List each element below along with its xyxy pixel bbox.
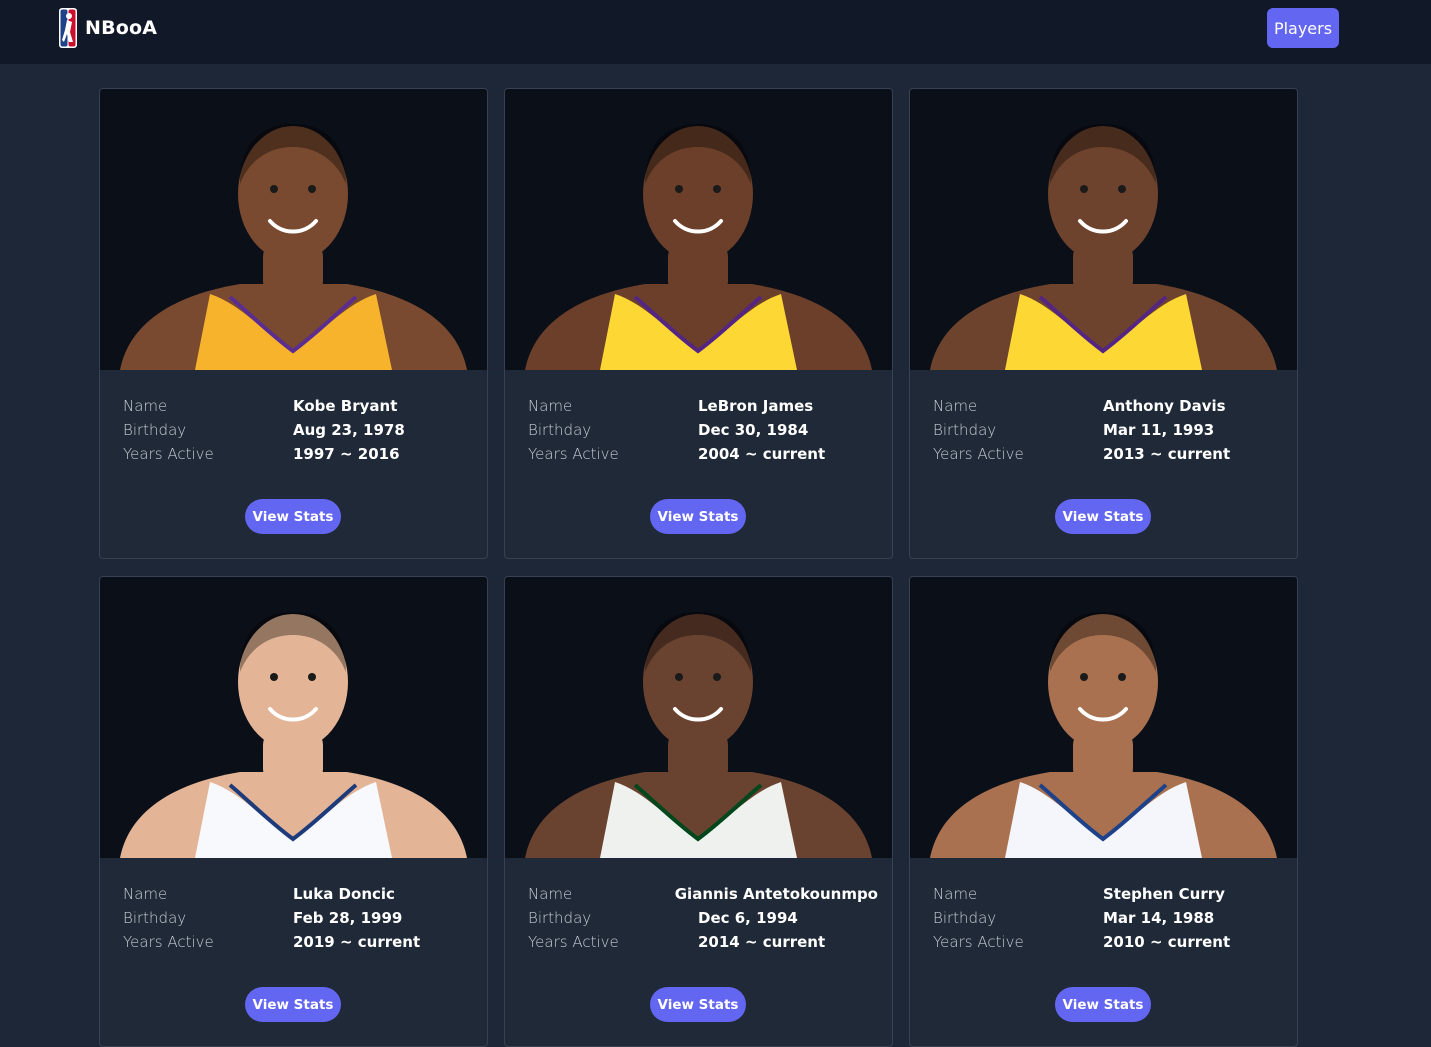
player-name: Luka Doncic	[293, 885, 395, 903]
years-active-label: Years Active	[933, 445, 1024, 463]
view-stats-button[interactable]: View Stats	[650, 499, 746, 534]
years-active-label: Years Active	[528, 933, 619, 951]
player-photo	[910, 577, 1297, 858]
name-label: Name	[933, 397, 978, 415]
player-portrait-image	[930, 124, 1277, 370]
player-card: Name Anthony Davis Birthday Mar 11, 1993 Y…	[909, 88, 1298, 559]
player-birthday: Aug 23, 1978	[293, 421, 405, 439]
player-info: Name Luka Doncic Birthday Feb 28, 1999 Yea…	[123, 882, 473, 954]
view-stats-button[interactable]: View Stats	[650, 987, 746, 1022]
view-stats-button[interactable]: View Stats	[245, 499, 341, 534]
player-portrait-image	[525, 612, 872, 858]
player-birthday: Feb 28, 1999	[293, 909, 403, 927]
player-photo	[100, 89, 487, 370]
player-years-active: 1997 ~ 2016	[293, 445, 400, 463]
nba-logo-icon	[59, 8, 77, 48]
player-photo	[100, 577, 487, 858]
years-active-label: Years Active	[528, 445, 619, 463]
player-photo	[910, 89, 1297, 370]
player-grid: Name Kobe Bryant Birthday Aug 23, 1978 Yea…	[99, 88, 1298, 1047]
player-photo	[505, 577, 892, 858]
player-birthday: Dec 30, 1984	[698, 421, 809, 439]
view-stats-button[interactable]: View Stats	[1055, 987, 1151, 1022]
birthday-label: Birthday	[528, 421, 592, 439]
player-card: Name LeBron James Birthday Dec 30, 1984 Ye…	[504, 88, 893, 559]
birthday-label: Birthday	[123, 909, 187, 927]
player-years-active: 2010 ~ current	[1103, 933, 1231, 951]
player-portrait-image	[120, 124, 467, 370]
player-birthday: Dec 6, 1994	[698, 909, 798, 927]
view-stats-button[interactable]: View Stats	[1055, 499, 1151, 534]
name-label: Name	[528, 885, 573, 903]
player-info: Name Stephen Curry Birthday Mar 14, 1988 Y…	[933, 882, 1283, 954]
player-years-active: 2013 ~ current	[1103, 445, 1231, 463]
player-left-eye	[1080, 185, 1088, 193]
player-left-eye	[675, 673, 683, 681]
years-active-label: Years Active	[123, 445, 214, 463]
name-label: Name	[123, 885, 168, 903]
player-right-eye	[1118, 673, 1126, 681]
birthday-label: Birthday	[528, 909, 592, 927]
player-right-eye	[713, 185, 721, 193]
player-card: Name Kobe Bryant Birthday Aug 23, 1978 Yea…	[99, 88, 488, 559]
player-left-eye	[1080, 673, 1088, 681]
brand[interactable]: NBooA	[59, 8, 157, 48]
player-info: Name Kobe Bryant Birthday Aug 23, 1978 Yea…	[123, 394, 473, 466]
player-left-eye	[675, 185, 683, 193]
player-card: Name Stephen Curry Birthday Mar 14, 1988 Y…	[909, 576, 1298, 1047]
player-right-eye	[1118, 185, 1126, 193]
player-name: Stephen Curry	[1103, 885, 1225, 903]
players-nav-button[interactable]: Players	[1267, 8, 1339, 48]
navbar: NBooA Players	[0, 0, 1431, 64]
player-name: LeBron James	[698, 397, 814, 415]
player-right-eye	[713, 673, 721, 681]
name-label: Name	[123, 397, 168, 415]
brand-name: NBooA	[85, 17, 158, 39]
birthday-label: Birthday	[123, 421, 187, 439]
view-stats-button[interactable]: View Stats	[245, 987, 341, 1022]
player-info: Name Anthony Davis Birthday Mar 11, 1993 Y…	[933, 394, 1283, 466]
name-label: Name	[933, 885, 978, 903]
player-name: Anthony Davis	[1103, 397, 1226, 415]
player-info: Name Giannis Antetokounmpo Birthday Dec 6,…	[528, 882, 878, 954]
years-active-label: Years Active	[933, 933, 1024, 951]
player-left-eye	[270, 185, 278, 193]
player-card: Name Luka Doncic Birthday Feb 28, 1999 Yea…	[99, 576, 488, 1047]
birthday-label: Birthday	[933, 909, 997, 927]
player-card: Name Giannis Antetokounmpo Birthday Dec 6,…	[504, 576, 893, 1047]
name-label: Name	[528, 397, 573, 415]
player-name: Kobe Bryant	[293, 397, 398, 415]
player-info: Name LeBron James Birthday Dec 30, 1984 Ye…	[528, 394, 878, 466]
player-years-active: 2014 ~ current	[698, 933, 826, 951]
player-name: Giannis Antetokounmpo	[674, 885, 878, 903]
player-years-active: 2004 ~ current	[698, 445, 826, 463]
player-years-active: 2019 ~ current	[293, 933, 421, 951]
player-portrait-image	[120, 612, 467, 858]
player-left-eye	[270, 673, 278, 681]
player-portrait-image	[525, 124, 872, 370]
player-right-eye	[308, 673, 316, 681]
player-portrait-image	[930, 612, 1277, 858]
player-photo	[505, 89, 892, 370]
years-active-label: Years Active	[123, 933, 214, 951]
player-right-eye	[308, 185, 316, 193]
player-birthday: Mar 11, 1993	[1103, 421, 1215, 439]
birthday-label: Birthday	[933, 421, 997, 439]
player-birthday: Mar 14, 1988	[1103, 909, 1215, 927]
